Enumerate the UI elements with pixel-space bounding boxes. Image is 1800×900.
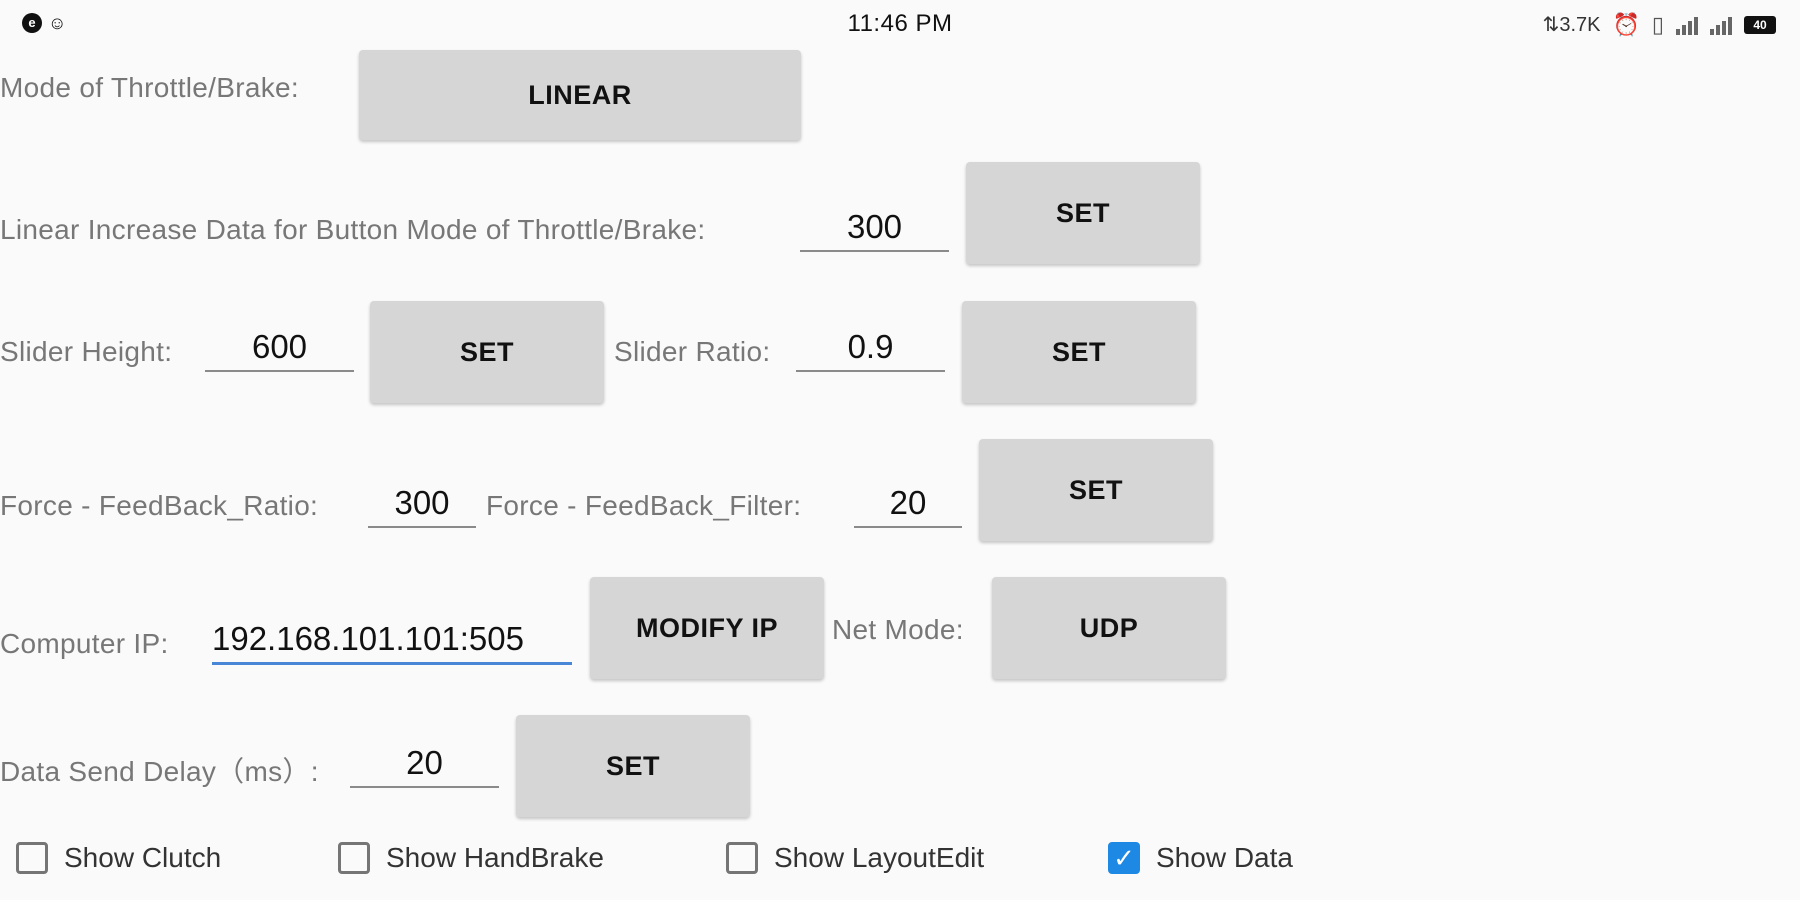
send-delay-set-button[interactable]: SET xyxy=(516,715,750,817)
show-data-label: Show Data xyxy=(1156,842,1293,873)
checkbox-unchecked-icon xyxy=(338,842,370,874)
slider-ratio-input[interactable]: 0.9 xyxy=(796,328,945,372)
checkbox-unchecked-icon xyxy=(16,842,48,874)
slider-ratio-set-button[interactable]: SET xyxy=(962,301,1196,403)
net-mode-label: Net Mode: xyxy=(832,614,964,645)
status-bar: e ☺ 11:46 PM ⇅3.7K ⏰ ▯ 40 xyxy=(0,0,1800,50)
network-speed-value: 3.7K xyxy=(1559,14,1601,36)
show-handbrake-label: Show HandBrake xyxy=(386,842,604,873)
show-handbrake-checkbox[interactable]: Show HandBrake xyxy=(338,842,604,874)
slider-height-label: Slider Height: xyxy=(0,336,173,367)
feedback-filter-label: Force - FeedBack_Filter: xyxy=(486,490,802,521)
show-layoutedit-label: Show LayoutEdit xyxy=(774,842,985,873)
show-clutch-label: Show Clutch xyxy=(64,842,222,873)
battery-icon: 40 xyxy=(1744,15,1776,34)
wifi-signal-icon xyxy=(1676,15,1698,35)
throttle-mode-label: Mode of Throttle/Brake: xyxy=(0,72,299,103)
settings-screen: e ☺ 11:46 PM ⇅3.7K ⏰ ▯ 40 Mode of Thrott… xyxy=(0,0,1800,900)
computer-ip-input[interactable]: 192.168.101.101:505 xyxy=(212,620,572,665)
slider-ratio-label: Slider Ratio: xyxy=(614,336,771,367)
slider-height-input[interactable]: 600 xyxy=(205,328,354,372)
linear-increase-set-button[interactable]: SET xyxy=(966,162,1200,264)
modify-ip-button[interactable]: MODIFY IP xyxy=(590,577,824,679)
feedback-set-button[interactable]: SET xyxy=(979,439,1213,541)
feedback-ratio-input[interactable]: 300 xyxy=(368,484,476,528)
show-layoutedit-checkbox[interactable]: Show LayoutEdit xyxy=(726,842,984,874)
status-right-icons: ⇅3.7K ⏰ ▯ 40 xyxy=(1543,12,1776,37)
cell-signal-icon xyxy=(1710,15,1732,35)
checkbox-checked-icon: ✓ xyxy=(1108,842,1140,874)
computer-ip-label: Computer IP: xyxy=(0,628,169,659)
network-speed: ⇅3.7K xyxy=(1542,14,1601,36)
feedback-filter-input[interactable]: 20 xyxy=(854,484,962,528)
clock: 11:46 PM xyxy=(847,10,953,37)
show-data-checkbox[interactable]: ✓ Show Data xyxy=(1108,842,1293,874)
linear-increase-label: Linear Increase Data for Button Mode of … xyxy=(0,214,706,245)
net-mode-button[interactable]: UDP xyxy=(992,577,1226,679)
linear-increase-input[interactable]: 300 xyxy=(800,208,949,252)
vibrate-icon: ▯ xyxy=(1651,11,1664,37)
checkbox-unchecked-icon xyxy=(726,842,758,874)
feedback-ratio-label: Force - FeedBack_Ratio: xyxy=(0,490,319,521)
throttle-mode-button[interactable]: LINEAR xyxy=(359,50,801,140)
alarm-icon: ⏰ xyxy=(1612,11,1640,37)
slider-height-set-button[interactable]: SET xyxy=(370,301,604,403)
send-delay-input[interactable]: 20 xyxy=(350,744,499,788)
show-clutch-checkbox[interactable]: Show Clutch xyxy=(16,842,221,874)
send-delay-label: Data Send Delay（ms）: xyxy=(0,756,319,787)
